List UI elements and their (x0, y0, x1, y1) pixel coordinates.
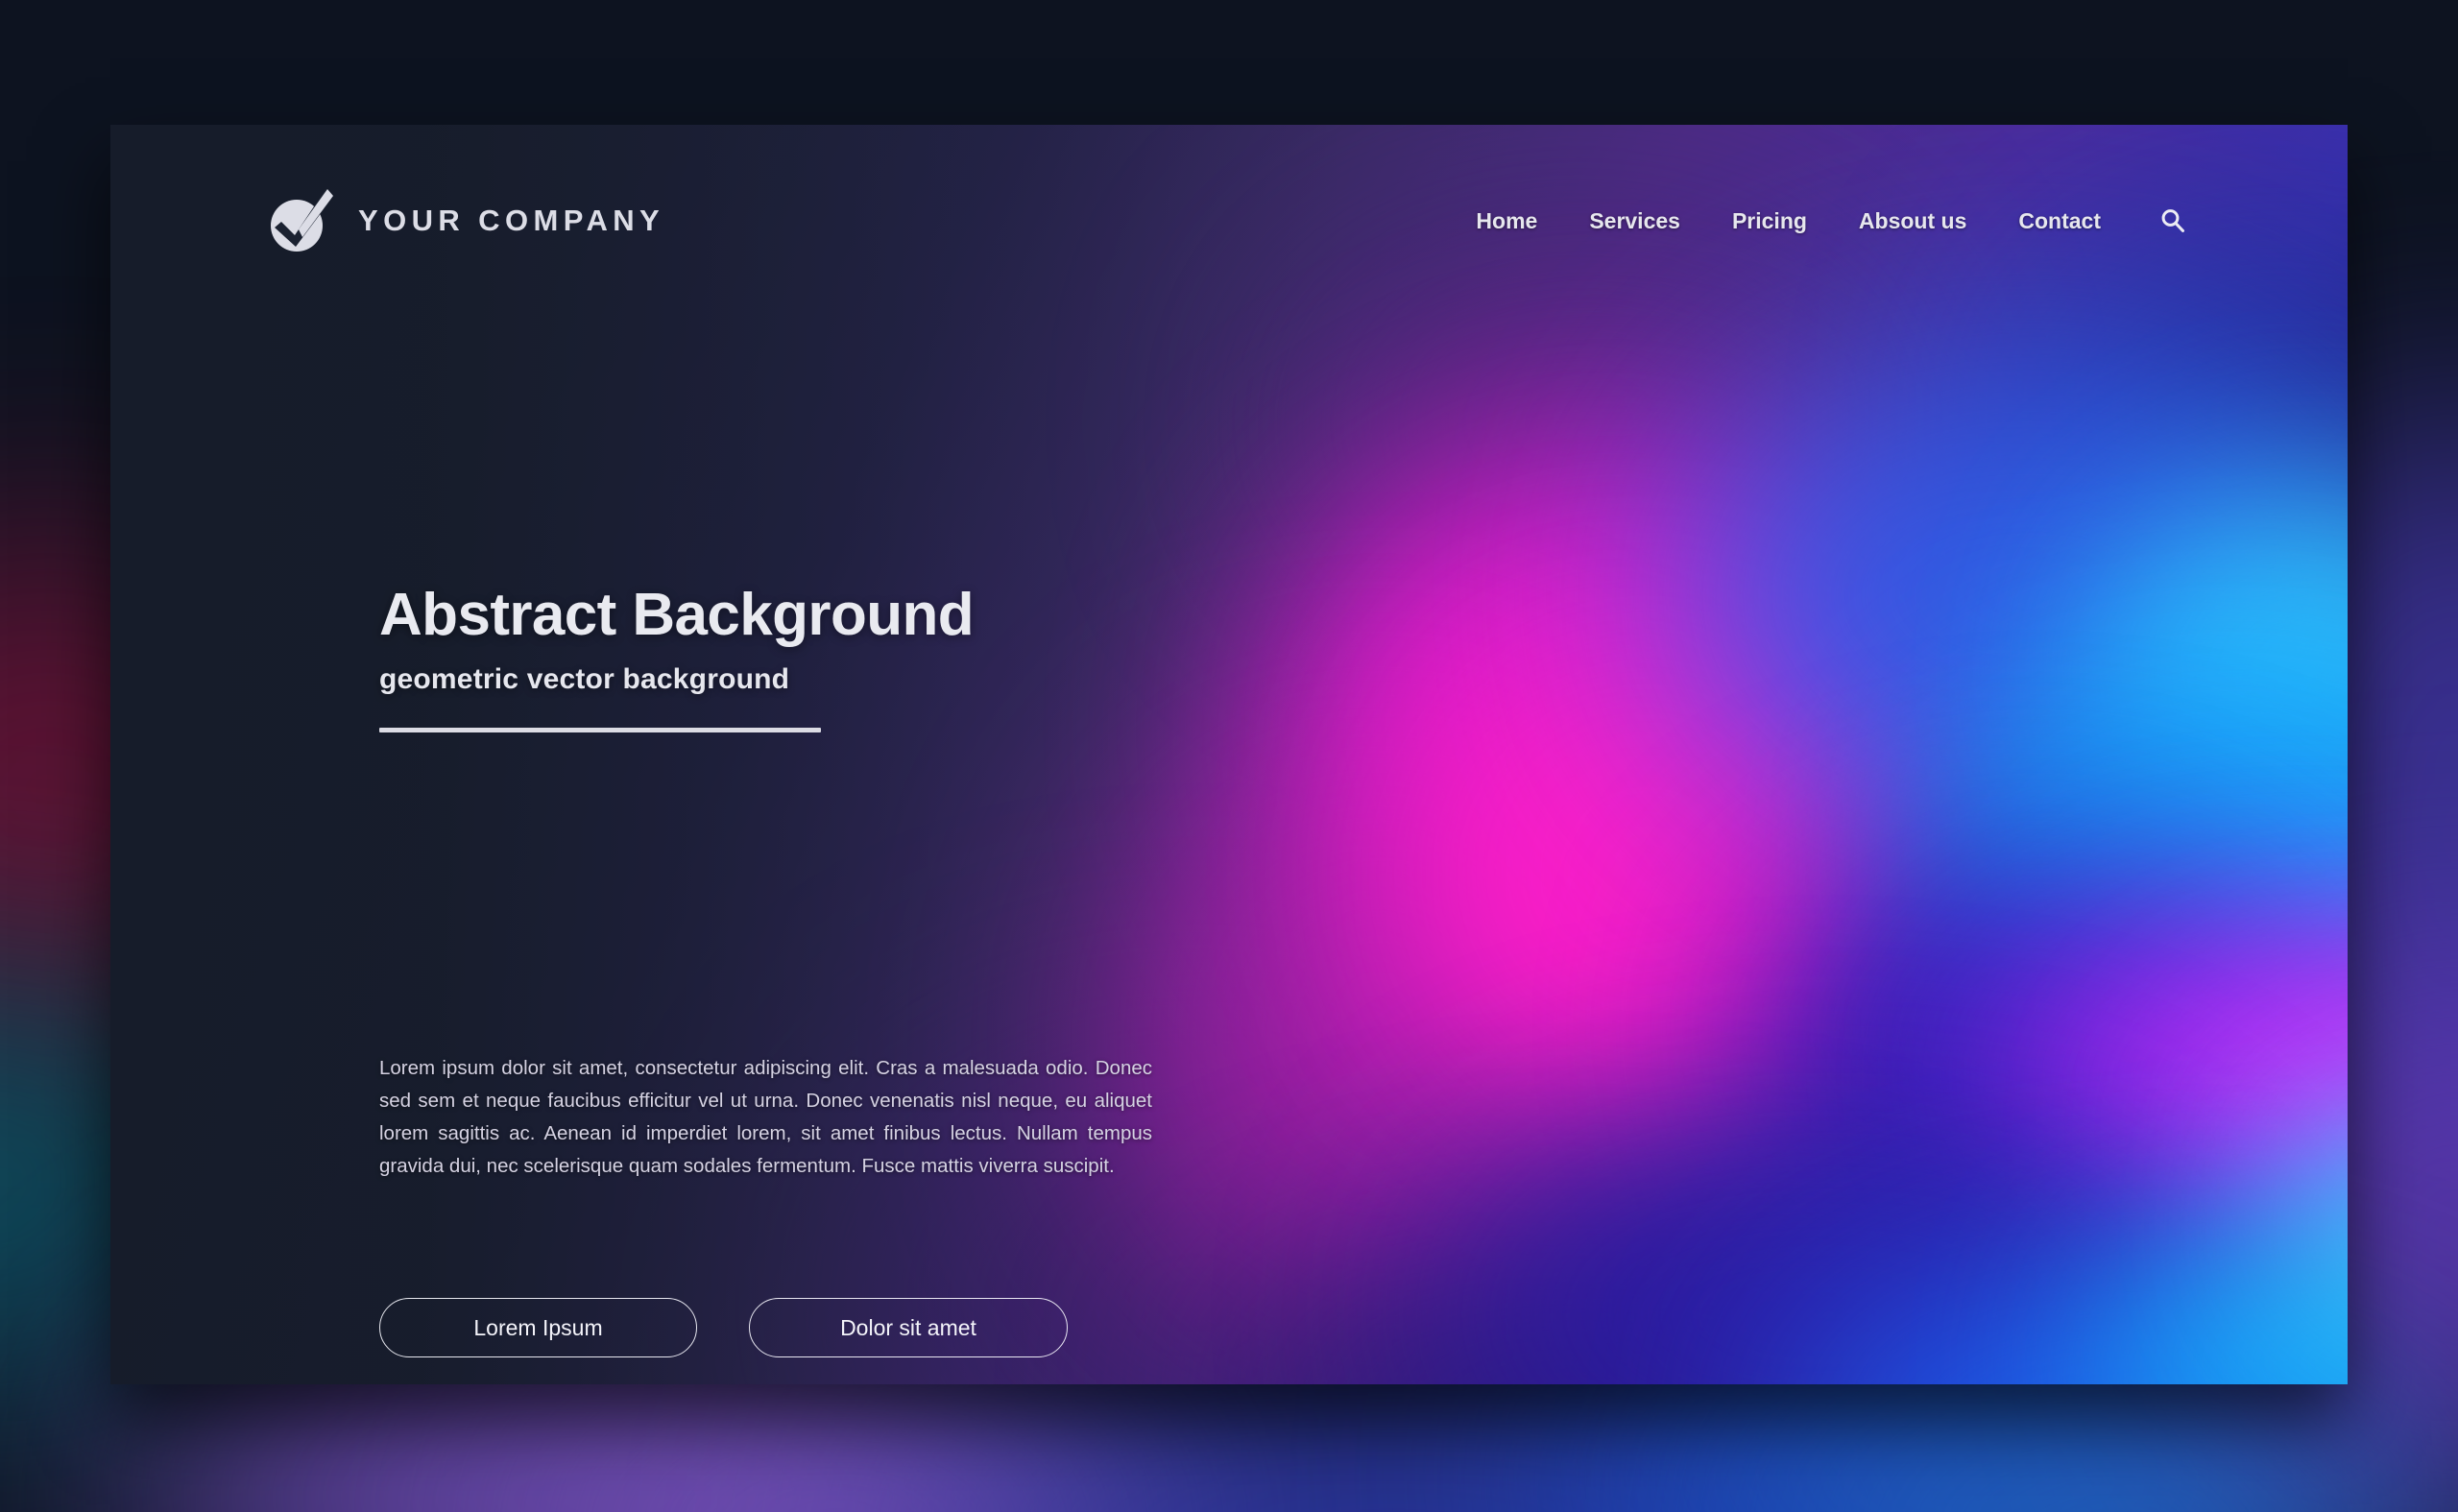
page-subtitle: geometric vector background (379, 662, 790, 695)
brand-logo[interactable]: YOUR COMPANY (270, 187, 664, 254)
hero-card: YOUR COMPANY Home Services Pricing Absou… (110, 125, 2348, 1384)
nav-item-about-us[interactable]: Absout us (1833, 199, 1992, 244)
main-navigation: Home Services Pricing Absout us Contact (1450, 199, 2194, 244)
brand-name: YOUR COMPANY (358, 204, 665, 237)
hero-text-block: Abstract Background geometric vector bac… (379, 582, 1339, 732)
nav-item-contact[interactable]: Contact (1992, 199, 2127, 244)
cta-button-row: Lorem Ipsum Dolor sit amet (379, 1298, 1068, 1357)
nav-item-home[interactable]: Home (1450, 199, 1563, 244)
title-divider (379, 727, 821, 732)
lorem-ipsum-button[interactable]: Lorem Ipsum (379, 1298, 697, 1357)
search-icon[interactable] (2152, 200, 2194, 242)
dolor-sit-amet-button[interactable]: Dolor sit amet (749, 1298, 1068, 1357)
nav-item-services[interactable]: Services (1563, 199, 1706, 244)
check-circle-icon (270, 187, 333, 254)
backdrop-blob-lavender-bottom (499, 1402, 1171, 1512)
page-backdrop: YOUR COMPANY Home Services Pricing Absou… (0, 0, 2458, 1512)
nav-item-pricing[interactable]: Pricing (1706, 199, 1833, 244)
site-header: YOUR COMPANY Home Services Pricing Absou… (110, 125, 2348, 317)
backdrop-blob-cyan-bottom (1776, 1392, 2448, 1512)
page-title: Abstract Background (379, 582, 975, 648)
hero-paragraph: Lorem ipsum dolor sit amet, consectetur … (379, 1057, 1152, 1177)
